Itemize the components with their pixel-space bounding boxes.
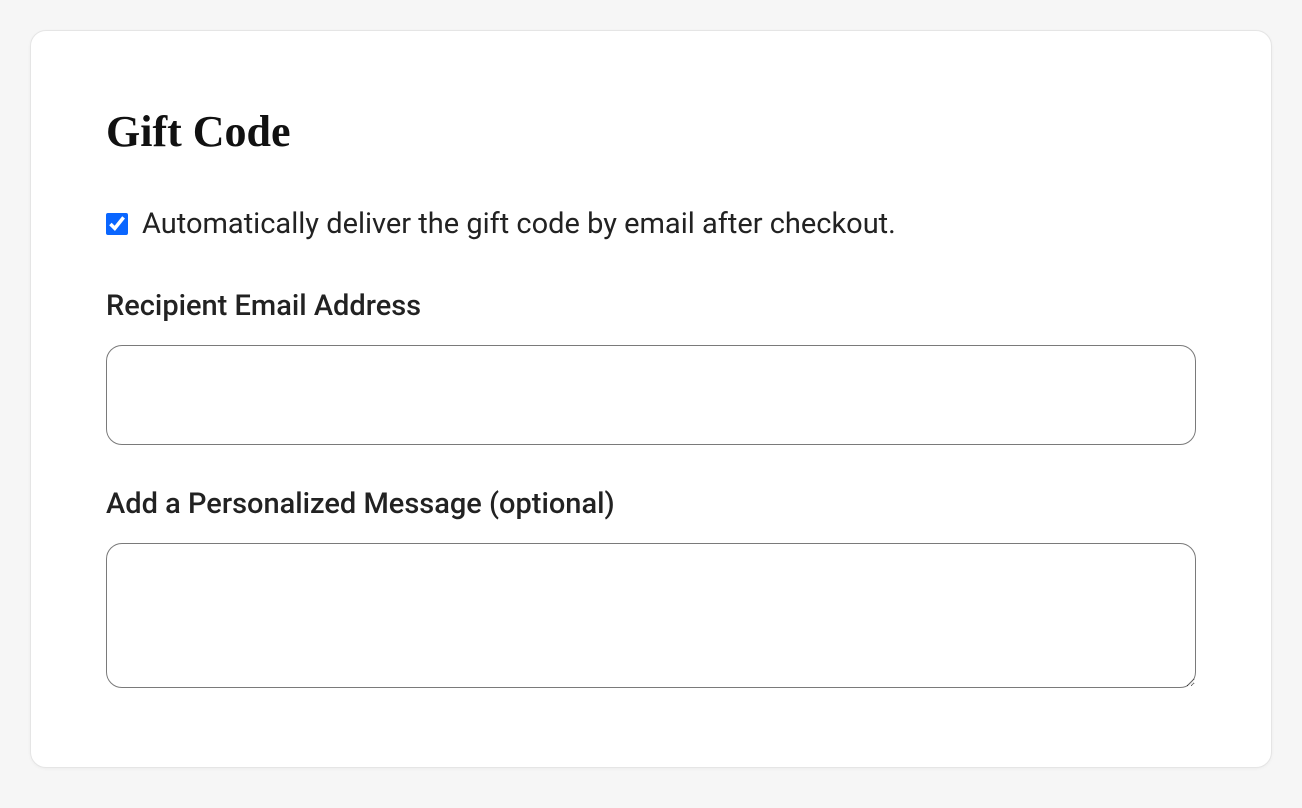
personalized-message-label: Add a Personalized Message (optional) xyxy=(106,487,1196,521)
gift-code-card: Gift Code Automatically deliver the gift… xyxy=(30,30,1272,768)
auto-deliver-row: Automatically deliver the gift code by e… xyxy=(106,207,1196,241)
recipient-email-group: Recipient Email Address xyxy=(106,289,1196,445)
recipient-email-label: Recipient Email Address xyxy=(106,289,1196,323)
personalized-message-textarea[interactable] xyxy=(106,543,1196,688)
auto-deliver-checkbox[interactable] xyxy=(106,213,128,235)
auto-deliver-label[interactable]: Automatically deliver the gift code by e… xyxy=(142,207,896,241)
personalized-message-group: Add a Personalized Message (optional) xyxy=(106,487,1196,692)
recipient-email-input[interactable] xyxy=(106,345,1196,445)
page-title: Gift Code xyxy=(106,106,1196,157)
